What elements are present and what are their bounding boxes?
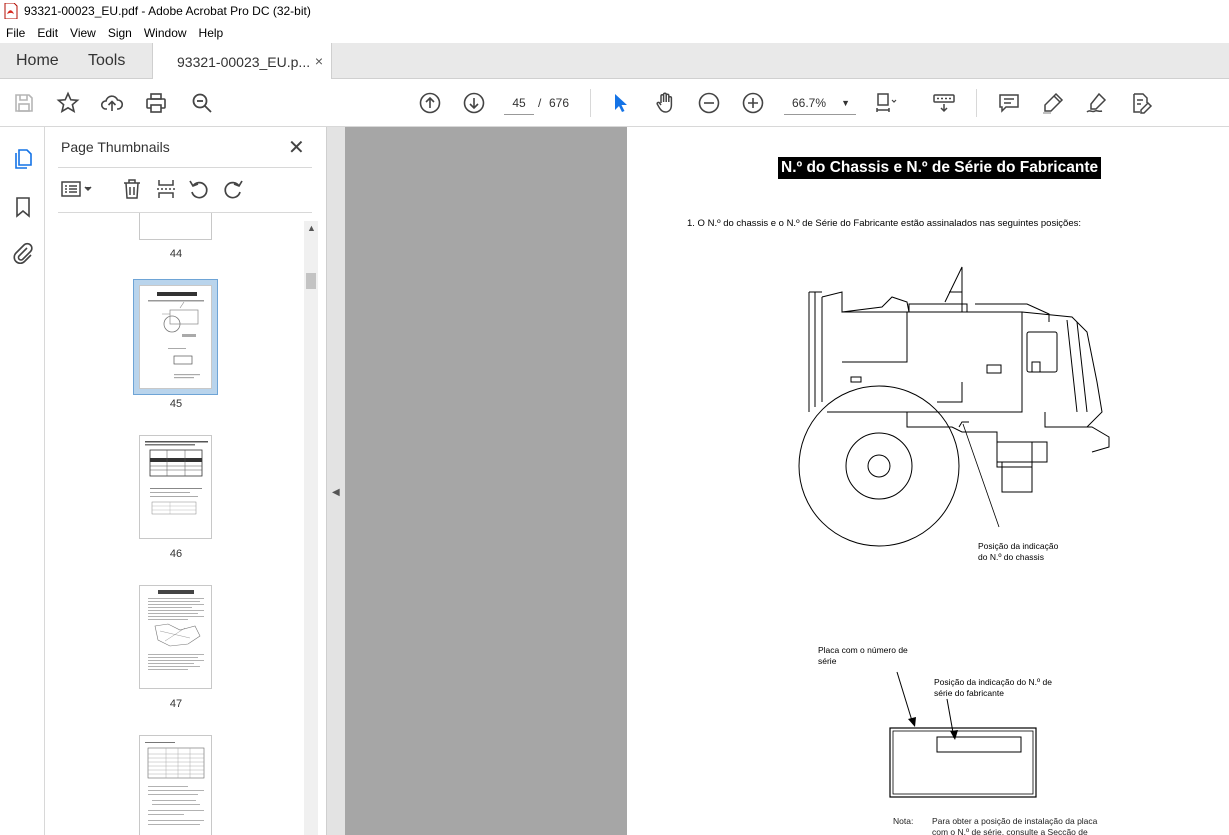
caption-chassis-position: Posição da indicação do N.º do chassis [978, 541, 1059, 562]
document-heading: N.º do Chassis e N.º de Série do Fabrica… [778, 157, 1102, 179]
print-icon[interactable] [144, 91, 168, 115]
thumbnail-page-47[interactable] [139, 585, 212, 689]
panel-collapse-strip[interactable]: ◀ [326, 127, 345, 835]
menu-file[interactable]: File [6, 26, 25, 40]
attachment-icon[interactable] [11, 241, 35, 265]
toolbar: 45 / 676 66.7% ▼ [0, 79, 1229, 127]
menu-view[interactable]: View [70, 26, 96, 40]
close-icon[interactable]: ✕ [288, 135, 305, 160]
page-number-input[interactable]: 45 [504, 91, 534, 115]
note-label: Nota: [893, 816, 914, 826]
total-pages: 676 [549, 96, 570, 110]
title-bar: 93321-00023_EU.pdf - Adobe Acrobat Pro D… [0, 0, 1229, 22]
thumbnail-page-45[interactable] [139, 285, 212, 389]
pdf-file-icon [4, 3, 18, 19]
zoom-value: 66.7% [792, 96, 827, 110]
delete-page-icon[interactable] [120, 177, 144, 201]
insert-page-icon[interactable] [154, 177, 178, 201]
sign-icon[interactable] [1085, 91, 1109, 115]
arrow-up-icon[interactable] [418, 91, 442, 115]
rotate-left-icon[interactable] [187, 177, 211, 201]
menu-window[interactable]: Window [144, 26, 187, 40]
arrow-down-icon[interactable] [462, 91, 486, 115]
caption-serial-plate: Placa com o número de série [818, 645, 908, 666]
thumbnail-page-48[interactable] [139, 735, 212, 835]
loader-drawing [798, 266, 1110, 547]
zoom-dropdown[interactable]: 66.7% ▼ [784, 91, 856, 115]
pdf-page: N.º do Chassis e N.º de Série do Fabrica… [627, 127, 1229, 835]
rotate-right-icon[interactable] [221, 177, 245, 201]
edit-pdf-icon[interactable] [1129, 91, 1153, 115]
chevron-up-icon[interactable]: ▲ [307, 223, 316, 233]
upload-icon[interactable] [100, 91, 124, 115]
page-thumbnails-icon[interactable] [11, 147, 35, 171]
thumbnail-list: 44 45 46 47 [58, 213, 304, 835]
thumbnail-label: 44 [169, 248, 183, 260]
panel-title: Page Thumbnails [61, 139, 170, 155]
menu-sign[interactable]: Sign [108, 26, 132, 40]
zoom-in-icon[interactable] [741, 91, 765, 115]
thumbnail-page-46[interactable] [139, 435, 212, 539]
toolbar-divider [976, 89, 977, 117]
collapse-arrow-icon[interactable]: ◀ [332, 487, 340, 498]
tab-home[interactable]: Home [16, 43, 59, 79]
hand-icon[interactable] [653, 91, 677, 115]
highlight-icon[interactable] [1041, 91, 1065, 115]
page-separator: / [538, 96, 542, 110]
thumbnail-label: 45 [169, 398, 183, 410]
thumbnail-page-48-preview [145, 742, 205, 825]
tabs-bar: Home Tools 93321-00023_EU.p... × [0, 43, 1229, 80]
star-icon[interactable] [56, 91, 80, 115]
toolbar-divider [590, 89, 591, 117]
zoom-search-icon[interactable] [190, 91, 214, 115]
window-title: 93321-00023_EU.pdf - Adobe Acrobat Pro D… [24, 4, 311, 18]
thumbnail-scrollbar[interactable]: ▲ [304, 221, 318, 835]
tab-document-label: 93321-00023_EU.p... [177, 53, 311, 70]
menu-help[interactable]: Help [199, 26, 224, 40]
thumbnail-page-47-preview [148, 590, 204, 670]
tab-close-icon[interactable]: × [315, 53, 323, 69]
page-thumbnails-panel: Page Thumbnails ✕ 44 45 46 47 ▲ [46, 127, 326, 835]
thumbnail-label: 46 [169, 548, 183, 560]
comment-icon[interactable] [997, 91, 1021, 115]
tab-document[interactable]: 93321-00023_EU.p... × [152, 43, 332, 80]
save-icon[interactable] [12, 91, 36, 115]
tab-tools[interactable]: Tools [88, 43, 125, 79]
select-cursor-icon[interactable] [608, 91, 632, 115]
menu-bar: File Edit View Sign Window Help [0, 22, 1229, 43]
thumbnail-page-44[interactable] [139, 213, 212, 240]
fit-page-icon[interactable] [874, 91, 898, 115]
menu-edit[interactable]: Edit [37, 26, 58, 40]
scrollbar-thumb[interactable] [306, 273, 316, 289]
navigation-rail [0, 127, 45, 835]
panel-divider [58, 167, 312, 168]
note-text: Para obter a posição de instalação da pl… [932, 816, 1098, 835]
bookmark-icon[interactable] [11, 195, 35, 219]
document-paragraph: 1. O N.º do chassis e o N.º de Série do … [687, 218, 1082, 229]
keyboard-icon[interactable] [932, 91, 956, 115]
chevron-down-icon: ▼ [841, 98, 850, 108]
thumbnail-page-45-preview [148, 292, 204, 379]
document-viewport[interactable]: N.º do Chassis e N.º de Série do Fabrica… [345, 127, 1229, 835]
thumbnail-label: 47 [169, 698, 183, 710]
serial-plate-drawing [889, 671, 1037, 798]
zoom-out-icon[interactable] [697, 91, 721, 115]
options-menu-icon[interactable] [60, 177, 96, 201]
thumbnail-page-46-preview [145, 441, 208, 515]
